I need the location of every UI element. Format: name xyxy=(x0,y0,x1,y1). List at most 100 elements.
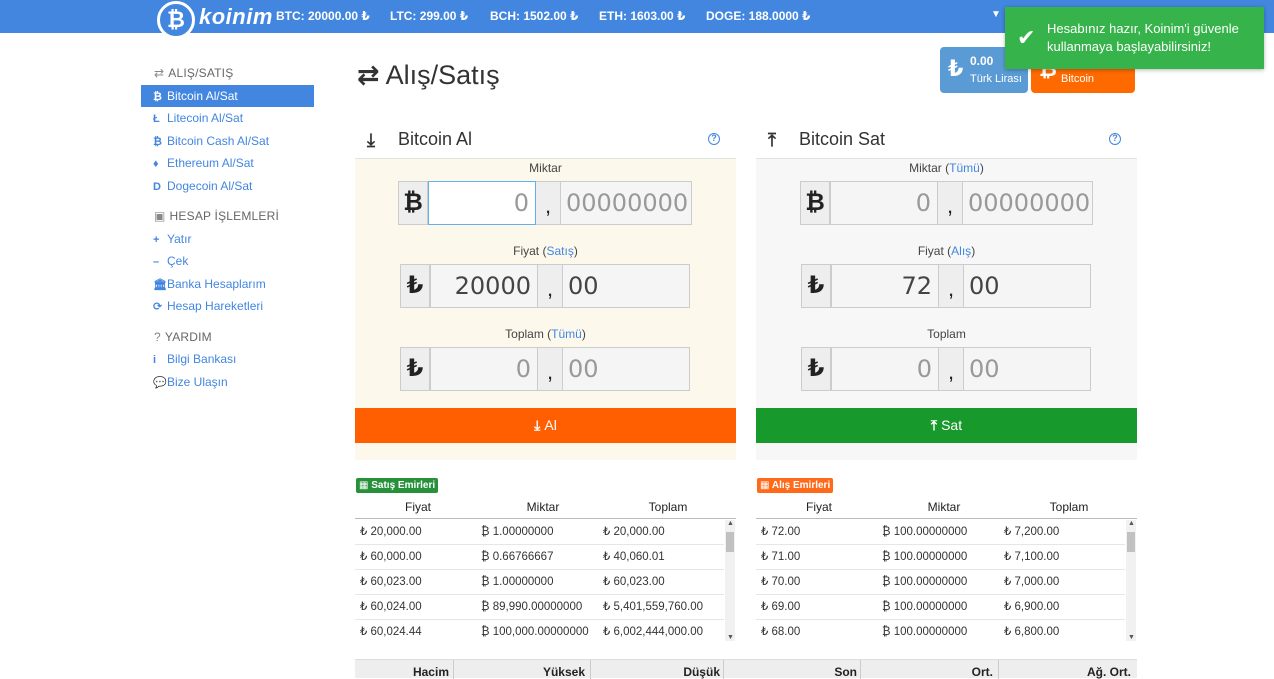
divider xyxy=(998,660,999,679)
success-toast[interactable]: ✔ Hesabınız hazır, Koinim'i güvenle kull… xyxy=(1005,7,1264,69)
table-row[interactable]: ₺ 70.00 ₿ 100.00000000 ₺ 7,000.00 xyxy=(756,570,1125,595)
upload-icon: ⤒ xyxy=(930,417,938,433)
stat-weighted-avg-header: Ağ. Ort. xyxy=(1087,665,1131,679)
sell-panel-header: ⤒ Bitcoin Sat ? xyxy=(756,120,1137,159)
scroll-thumb[interactable] xyxy=(1127,532,1135,552)
sidebar-item-bank-accounts[interactable]: 🏛Banka Hesaplarım xyxy=(141,273,314,295)
sell-orders-scrollbar[interactable]: ▲ ▼ xyxy=(725,520,735,641)
sidebar-item-knowledge-base[interactable]: i Bilgi Bankası xyxy=(141,348,314,370)
sidebar-item-ethereum[interactable]: ♦ Ethereum Al/Sat xyxy=(141,152,314,174)
upload-icon: ⤒ xyxy=(768,130,776,150)
table-row[interactable]: ₺ 60,000.00 ₿ 0.66766667 ₺ 40,060.01 xyxy=(355,545,724,570)
balance-btc-label: Bitcoin xyxy=(1061,73,1095,85)
stat-high-header: Yüksek xyxy=(542,665,585,679)
ticker-btc: BTC: 20000.00 ₺ xyxy=(276,9,370,23)
buy-orders-book: ▦ Alış Emirleri Fiyat Miktar Toplam ₺ 72… xyxy=(756,478,1137,643)
column-header-price: Fiyat xyxy=(805,500,832,514)
sell-amount-group: ₿ 0 , 00000000 xyxy=(800,181,1093,225)
buy-panel-header: ⤓ Bitcoin Al ? xyxy=(355,120,736,159)
bank-icon: 🏛 xyxy=(153,279,167,291)
table-row[interactable]: ₺ 20,000.00 ₿ 1.00000000 ₺ 20,000.00 xyxy=(355,520,724,545)
sell-button[interactable]: ⤒ Sat xyxy=(756,408,1137,443)
table-row[interactable]: ₺ 69.00 ₿ 100.00000000 ₺ 6,900.00 xyxy=(756,595,1125,620)
buy-price-group: ₺ 20000 , 00 xyxy=(400,264,690,308)
bitcoin-icon: ₿ xyxy=(800,181,830,225)
sidebar-item-account-history[interactable]: ⟳ Hesap Hareketleri xyxy=(141,295,314,317)
sell-price-integer-input[interactable]: 72 xyxy=(831,264,939,308)
scroll-down-icon[interactable]: ▼ xyxy=(727,634,734,641)
minus-icon: – xyxy=(153,256,160,268)
buy-price-sell-link[interactable]: Satış xyxy=(547,244,574,258)
buy-panel-title: Bitcoin Al xyxy=(398,129,473,149)
buy-panel: ⤓ Bitcoin Al ? Miktar ₿ 0 , 00000000 Fiy… xyxy=(355,120,736,460)
sell-amount-integer-input[interactable]: 0 xyxy=(830,181,938,225)
buy-total-decimal-input[interactable]: 00 xyxy=(562,347,690,391)
buy-total-integer-input[interactable]: 0 xyxy=(430,347,538,391)
divider xyxy=(723,660,724,679)
sell-orders-header: Fiyat Miktar Toplam xyxy=(355,500,736,519)
sidebar-item-contact[interactable]: 💬Bize Ulaşın xyxy=(141,371,314,393)
buy-total-label: Toplam (Tümü) xyxy=(505,327,586,341)
table-row[interactable]: ₺ 60,024.00 ₿ 89,990.00000000 ₺ 5,401,559,… xyxy=(355,595,724,620)
download-icon: ⤓ xyxy=(367,130,375,150)
sell-price-decimal-input[interactable]: 00 xyxy=(963,264,1091,308)
bitcoin-icon: ₿ xyxy=(153,91,162,103)
table-row[interactable]: ₺ 71.00 ₿ 100.00000000 ₺ 7,100.00 xyxy=(756,545,1125,570)
sidebar-section-help: ? YARDIM xyxy=(154,330,212,344)
sell-total-integer-input[interactable]: 0 xyxy=(831,347,939,391)
decimal-separator: , xyxy=(536,181,560,225)
bitcoin-logo-icon[interactable]: ₿ xyxy=(157,1,195,39)
user-menu-caret-icon[interactable]: ▼ xyxy=(991,9,1001,20)
sell-total-decimal-input[interactable]: 00 xyxy=(963,347,1091,391)
balance-try-label: Türk Lirası xyxy=(970,73,1022,85)
column-header-price: Fiyat xyxy=(404,500,431,514)
buy-amount-integer-input[interactable]: 0 xyxy=(428,181,536,225)
brand-name[interactable]: koinim xyxy=(199,4,273,30)
lira-icon: ₺ xyxy=(400,347,430,391)
sell-panel: ⤒ Bitcoin Sat ? Miktar (Tümü) ₿ 0 , 0000… xyxy=(756,120,1137,460)
decimal-separator: , xyxy=(938,181,962,225)
scroll-thumb[interactable] xyxy=(726,532,734,552)
sell-price-buy-link[interactable]: Alış xyxy=(951,244,971,258)
sidebar-item-bitcoin-cash[interactable]: ₿ Bitcoin Cash Al/Sat xyxy=(141,130,314,152)
buy-price-integer-input[interactable]: 20000 xyxy=(430,264,538,308)
scroll-down-icon[interactable]: ▼ xyxy=(1128,634,1135,641)
help-icon[interactable]: ? xyxy=(1109,133,1121,145)
buy-price-decimal-input[interactable]: 00 xyxy=(562,264,690,308)
buy-total-all-link[interactable]: Tümü xyxy=(551,327,582,341)
decimal-separator: , xyxy=(939,347,963,391)
sell-amount-all-link[interactable]: Tümü xyxy=(949,161,980,175)
column-header-amount: Miktar xyxy=(526,500,560,514)
sell-price-group: ₺ 72 , 00 xyxy=(801,264,1091,308)
table-row[interactable]: ₺ 72.00 ₿ 100.00000000 ₺ 7,200.00 xyxy=(756,520,1125,545)
decimal-separator: , xyxy=(939,264,963,308)
sell-panel-title: Bitcoin Sat xyxy=(799,129,886,149)
sidebar-item-litecoin[interactable]: Ł Litecoin Al/Sat xyxy=(141,107,314,129)
exchange-icon: ⇄ xyxy=(357,60,380,90)
scroll-up-icon[interactable]: ▲ xyxy=(1128,520,1135,527)
sidebar-item-deposit[interactable]: + Yatır xyxy=(141,228,314,250)
checkmark-icon: ✔ xyxy=(1017,25,1036,50)
dogecoin-icon: D xyxy=(153,181,161,193)
table-row[interactable]: ₺ 60,024.44 ₿ 100,000.00000000 ₺ 6,002,444… xyxy=(355,620,724,641)
buy-button[interactable]: ⤓ Al xyxy=(355,408,736,443)
sidebar-item-withdraw[interactable]: – Çek xyxy=(141,250,314,272)
ticker-eth: ETH: 1603.00 ₺ xyxy=(599,9,686,23)
toast-message: Hesabınız hazır, Koinim'i güvenle kullan… xyxy=(1047,21,1239,54)
sell-price-label: Fiyat (Alış) xyxy=(917,244,976,258)
column-header-total: Toplam xyxy=(1049,500,1089,514)
buy-amount-group: ₿ 0 , 00000000 xyxy=(398,181,692,225)
sell-amount-decimal-input[interactable]: 00000000 xyxy=(962,181,1093,225)
sell-amount-label: Miktar (Tümü) xyxy=(909,161,984,175)
buy-amount-decimal-input[interactable]: 00000000 xyxy=(560,181,692,225)
sidebar-section-account: ▣ HESAP İŞLEMLERİ xyxy=(154,209,280,223)
table-row[interactable]: ₺ 60,023.00 ₿ 1.00000000 ₺ 60,023.00 xyxy=(355,570,724,595)
scroll-up-icon[interactable]: ▲ xyxy=(727,520,734,527)
buy-orders-scrollbar[interactable]: ▲ ▼ xyxy=(1126,520,1136,641)
help-icon[interactable]: ? xyxy=(708,133,720,145)
sidebar-item-dogecoin[interactable]: D Dogecoin Al/Sat xyxy=(141,175,314,197)
bitcoin-icon: ₿ xyxy=(398,181,428,225)
column-header-total: Toplam xyxy=(648,500,688,514)
table-row[interactable]: ₺ 68.00 ₿ 100.00000000 ₺ 6,800.00 xyxy=(756,620,1125,641)
sidebar-item-bitcoin[interactable]: ₿ Bitcoin Al/Sat xyxy=(141,85,314,107)
